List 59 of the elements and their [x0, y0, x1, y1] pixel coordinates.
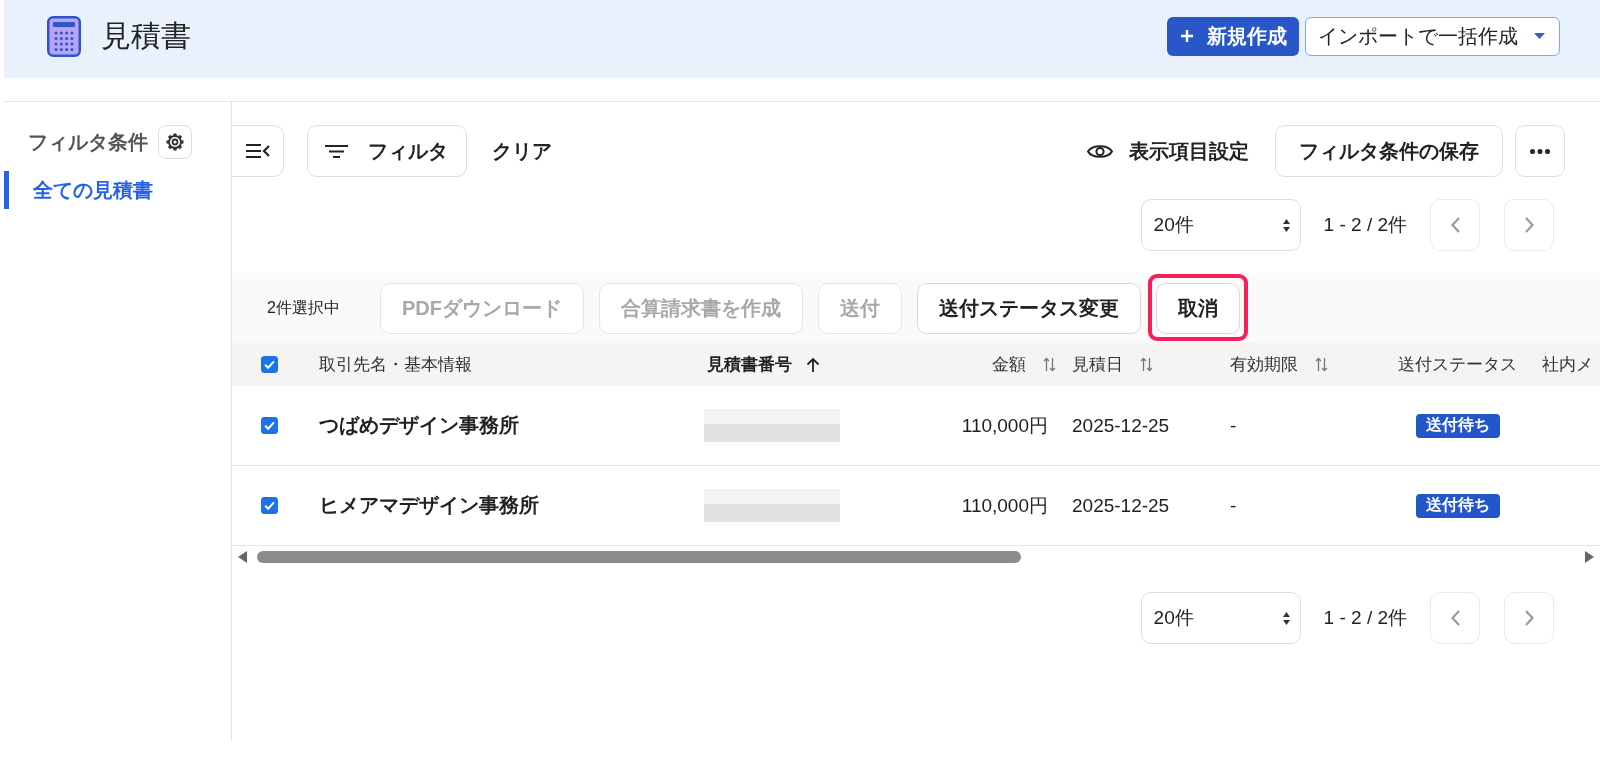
sidebar-heading: フィルタ条件 [28, 129, 148, 155]
status-badge: 送付待ち [1415, 413, 1500, 438]
column-header[interactable]: 有効期限 [1230, 353, 1328, 376]
page-title: 見積書 [101, 18, 191, 54]
settings-icon [165, 132, 185, 152]
arrow-up-icon [806, 356, 820, 373]
table-cell: 110,000円 [961, 494, 1048, 516]
selection-count: 2件選択中 [267, 297, 340, 318]
client-name[interactable]: ヒメアマデザイン事務所 [319, 494, 539, 516]
row-checkbox[interactable] [261, 497, 278, 514]
eye-icon [1087, 142, 1113, 160]
scroll-right-icon[interactable] [1585, 551, 1594, 563]
per-page-select[interactable]: 20件 [1140, 199, 1301, 251]
import-dropdown[interactable]: インポートで一括作成 [1305, 16, 1560, 56]
filter-button[interactable]: フィルタ [307, 125, 467, 177]
column-header: 取引先名・基本情報 [319, 354, 472, 376]
column-header[interactable]: 見積書番号 [707, 353, 820, 376]
scrollbar-thumb[interactable] [257, 551, 1021, 563]
sort-icon [1140, 357, 1153, 372]
sort-icon [1315, 357, 1328, 372]
chevron-left-icon [1450, 610, 1460, 626]
select-arrows-icon [1282, 611, 1290, 625]
table-cell: 2025-12-25 [1072, 494, 1170, 516]
collapse-sidebar-button[interactable] [232, 125, 284, 177]
save-filter-button[interactable]: フィルタ条件の保存 [1275, 125, 1503, 177]
caret-down-icon [1534, 33, 1545, 39]
column-header[interactable]: 見積日 [1072, 353, 1153, 376]
menu-collapse-icon [245, 143, 270, 159]
bulk-action-button[interactable]: 取消 [1155, 282, 1240, 334]
client-name[interactable]: つばめデザイン事務所 [319, 414, 519, 436]
chevron-right-icon [1524, 217, 1534, 233]
clear-link[interactable]: クリア [492, 137, 552, 165]
select-arrows-icon [1282, 218, 1290, 232]
chevron-right-icon [1524, 610, 1534, 626]
more-button[interactable] [1515, 125, 1565, 177]
table-cell: - [1230, 494, 1237, 516]
column-header: 送付ステータス [1398, 354, 1517, 376]
table-cell: 110,000円 [961, 414, 1048, 436]
scroll-left-icon[interactable] [238, 551, 247, 563]
more-icon [1530, 148, 1550, 154]
row-checkbox[interactable] [261, 417, 278, 434]
settings-button[interactable] [158, 125, 192, 159]
bulk-action-button[interactable]: 送付ステータス変更 [916, 282, 1141, 334]
view-settings-button[interactable]: 表示項目設定 [1087, 137, 1249, 165]
table-cell: 2025-12-25 [1072, 414, 1170, 436]
select-all-checkbox[interactable] [261, 356, 278, 373]
per-page-select[interactable]: 20件 [1140, 592, 1301, 644]
filter-icon [325, 144, 348, 158]
sort-icon [1043, 357, 1056, 372]
new-button[interactable]: 新規作成 [1167, 16, 1299, 56]
plus-icon [1181, 30, 1193, 42]
column-header: 社内メ [1542, 354, 1593, 376]
table-cell: - [1230, 414, 1237, 436]
calculator-icon [47, 15, 81, 57]
page-range: 1 - 2 / 2件 [1323, 606, 1407, 630]
page-range: 1 - 2 / 2件 [1323, 213, 1407, 237]
status-badge: 送付待ち [1415, 493, 1500, 518]
column-header[interactable]: 金額 [992, 353, 1056, 376]
chevron-left-icon [1450, 217, 1460, 233]
